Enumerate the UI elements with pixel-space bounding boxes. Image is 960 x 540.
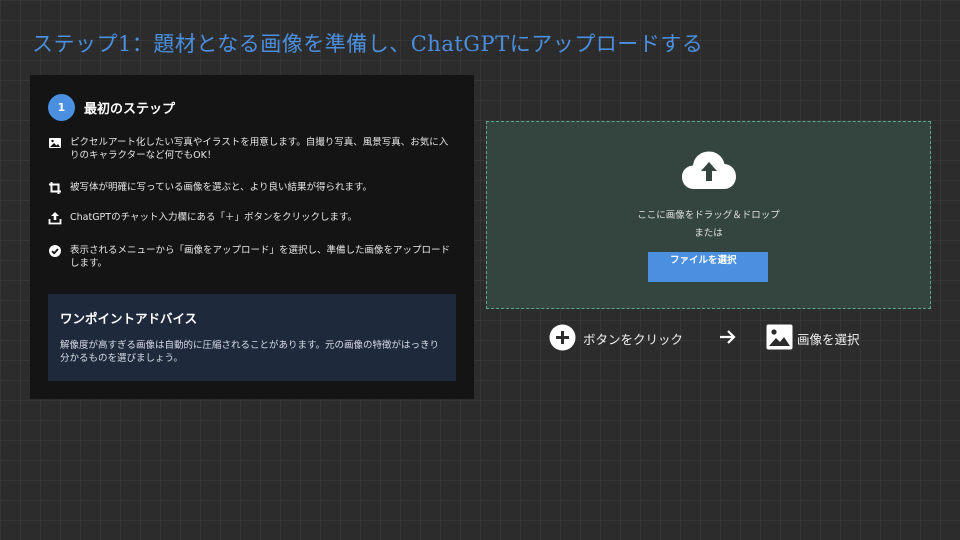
image-icon	[766, 324, 793, 350]
list-item-text: 表示されるメニューから「画像をアップロード」を選択し、準備した画像をアップロード…	[70, 245, 451, 269]
check-circle-icon	[49, 245, 61, 257]
instruction-panel: 1 最初のステップ ピクセルアート化したい写真やイラストを用意します。自撮り写真…	[30, 75, 474, 399]
step-heading: 最初のステップ	[84, 102, 176, 117]
flow-step-label: 画像を選択	[797, 332, 860, 347]
list-item: ピクセルアート化したい写真やイラストを用意します。自撮り写真、風景写真、お気に入…	[48, 136, 456, 162]
list-item: 被写体が明確に写っている画像を選ぶと、より良い結果が得られます。	[48, 181, 456, 195]
crop-icon	[49, 182, 61, 194]
dropzone-or-text: または	[694, 228, 723, 239]
upload-dropzone[interactable]: ここに画像をドラッグ＆ドロップ または ファイルを選択	[486, 121, 931, 309]
step-number-badge: 1	[48, 94, 75, 121]
cloud-upload-icon	[682, 151, 736, 189]
advice-title: ワンポイントアドバイス	[60, 311, 198, 326]
advice-box: ワンポイントアドバイス 解像度が高すぎる画像は自動的に圧縮されることがあります。…	[48, 294, 456, 381]
list-item: ChatGPTのチャット入力欄にある「＋」ボタンをクリックします。	[48, 211, 456, 225]
list-item-text: 被写体が明確に写っている画像を選ぶと、より良い結果が得られます。	[70, 182, 373, 193]
dropzone-instruction: ここに画像をドラッグ＆ドロップ	[637, 210, 780, 221]
plus-circle-icon	[549, 324, 576, 351]
upload-icon	[48, 212, 62, 225]
page-title: ステップ1：題材となる画像を準備し、ChatGPTにアップロードする	[32, 32, 704, 56]
image-icon	[49, 138, 61, 148]
upload-flow: ボタンをクリック 画像を選択	[549, 323, 869, 351]
step-header: 1 最初のステップ	[48, 94, 175, 121]
list-item-text: ピクセルアート化したい写真やイラストを用意します。自撮り写真、風景写真、お気に入…	[70, 137, 449, 161]
flow-step-label: ボタンをクリック	[583, 332, 684, 347]
select-file-button[interactable]: ファイルを選択	[648, 252, 768, 282]
list-item: 表示されるメニューから「画像をアップロード」を選択し、準備した画像をアップロード…	[48, 244, 456, 270]
list-item-text: ChatGPTのチャット入力欄にある「＋」ボタンをクリックします。	[70, 212, 358, 223]
advice-text: 解像度が高すぎる画像は自動的に圧縮されることがあります。元の画像の特徴がはっきり…	[60, 340, 440, 364]
arrow-right-icon	[720, 330, 736, 344]
